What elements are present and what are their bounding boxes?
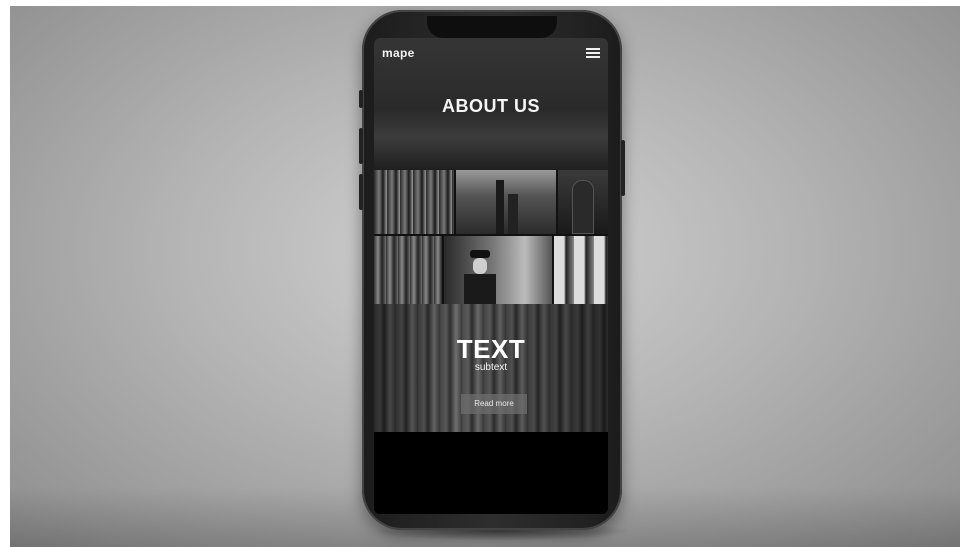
collage-photo-panels [554, 236, 608, 304]
phone-notch [427, 16, 557, 38]
page-title: ABOUT US [442, 96, 540, 116]
brand-logo[interactable]: mape [382, 46, 415, 60]
phone-mute-switch [359, 90, 363, 108]
phone-device: mape ABOUT US TEXT subtext Read more [359, 10, 625, 530]
hamburger-menu-icon[interactable] [586, 48, 600, 59]
hero-banner: TEXT subtext Read more [374, 304, 608, 432]
photo-collage [374, 170, 608, 304]
mockup-background: mape ABOUT US TEXT subtext Read more [10, 6, 960, 547]
collage-photo-crowd [374, 236, 442, 304]
hero-title: TEXT [456, 334, 526, 364]
collage-photo-man-in-hat [444, 236, 552, 304]
read-more-button[interactable]: Read more [461, 394, 527, 414]
collage-photo-film-strip [374, 170, 454, 234]
collage-photo-city-skyline [456, 170, 556, 234]
collage-photo-suit [558, 170, 608, 234]
phone-screen: mape ABOUT US TEXT subtext Read more [374, 38, 608, 514]
empty-footer-area [374, 432, 608, 514]
phone-volume-down-button [359, 174, 363, 210]
phone-volume-up-button [359, 128, 363, 164]
hero-subtitle: subtext [474, 362, 508, 373]
phone-power-button [621, 140, 625, 196]
page-header: mape ABOUT US [374, 38, 608, 170]
